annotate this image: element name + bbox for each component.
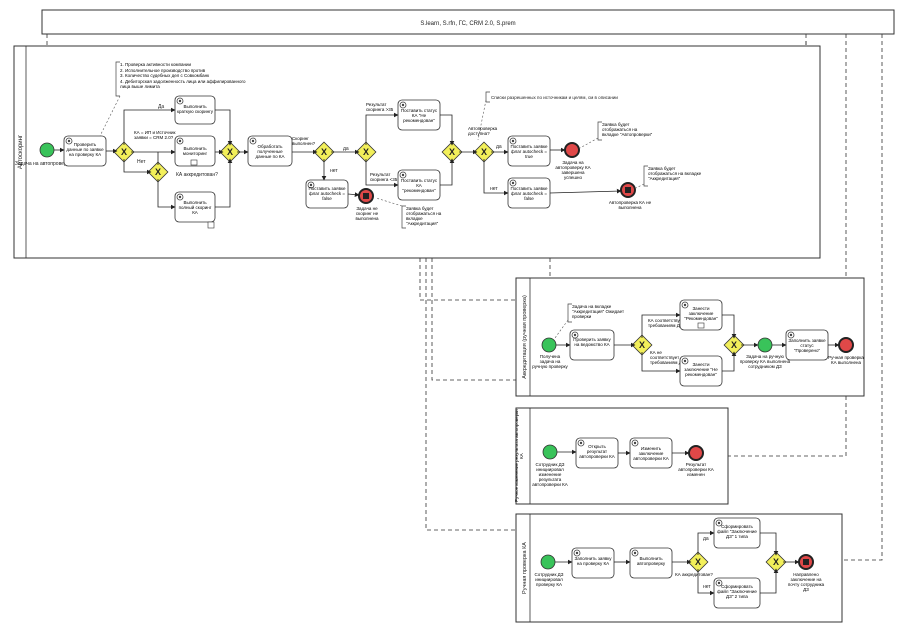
task-accred-check[interactable]: Проверить заявку на ведомство КА xyxy=(569,329,615,361)
task-set-checked-label: Заполнить заявке статус "Проверено" xyxy=(788,338,826,353)
label-yes-3: да xyxy=(496,144,502,150)
end-auto-done-label: Задача на автопроверку КА завершена успе… xyxy=(555,160,591,180)
label-no-3: нет xyxy=(490,186,498,192)
task-process-data-label: Обработать полученные данные по КА xyxy=(255,144,285,159)
task-monitoring-label: Выполнить мониторинг xyxy=(182,146,208,156)
task-set-flag-false-2-label: Поставить заявке флаг autocheck = false xyxy=(510,186,548,201)
label-yes-1: Да xyxy=(158,104,164,110)
task-set-flag-false[interactable]: Поставить заявке флаг autocheck = false xyxy=(305,179,349,209)
task-short-scoring-label: Выполнить краткую скорингу xyxy=(177,104,213,114)
task-set-flag-false-label: Поставить заявке флаг autocheck = false xyxy=(308,186,346,201)
accred-end-label: Ручная проверка КА выполнена xyxy=(828,355,864,365)
task-change-conclusion-label: Изменить заключение автопроверки КА xyxy=(633,446,669,461)
task-run-autocheck-label: Выполнить автопроверку xyxy=(636,556,666,566)
task-set-not-recommended[interactable]: Поставить статус КА "Не рекомендован" xyxy=(397,99,441,131)
task-accred-check-label: Проверить заявку на ведомство КА xyxy=(573,337,611,347)
task-check-data-label: Проверить данные по заявке на проверку К… xyxy=(66,142,104,157)
end-not-done-label: Автопроверка КА не выполнена xyxy=(608,200,652,210)
label-mck-yes: да xyxy=(703,536,709,542)
task-set-not-recommended-label: Поставить статус КА "Не рекомендован" xyxy=(400,108,438,123)
task-open-result[interactable]: Открыть результат автопроверки КА xyxy=(575,437,619,469)
svg-text:X: X xyxy=(731,340,737,350)
task-fill-request-label: Заполнить заявку на проверку КА xyxy=(574,556,612,566)
mck-start-label: Сотрудник ДЗ инициировал проверку КА xyxy=(534,572,564,587)
note-accred-task-text: Задача на вкладке "Аккредитация" Ожидает… xyxy=(572,304,625,319)
bpmn-diagram: S.learn, S.rfn, ГС, CRM 2.0, S.prem Авто… xyxy=(13,9,895,623)
pool-accred-label: Аккредитация (ручная проверка) xyxy=(522,295,528,379)
svg-text:X: X xyxy=(639,340,645,350)
label-result-gt: Результат скоринга >35 xyxy=(366,102,394,112)
label-no-1: Нет xyxy=(137,159,146,165)
task-conclusion-recommended[interactable]: Занести заключение "Рекомендован" xyxy=(679,299,723,331)
svg-text:X: X xyxy=(227,147,233,157)
task-conclusion-notrec-label: Занести заключение "Не рекомендован" xyxy=(684,362,718,377)
task-set-flag-true[interactable]: Поставить заявке флаг autocheck = true xyxy=(507,135,551,167)
mc-end-label: Результат автопроверки КА изменен xyxy=(678,462,714,477)
svg-text:X: X xyxy=(481,147,487,157)
task-check-data[interactable]: Проверить данные по заявке на проверку К… xyxy=(63,135,107,167)
task-set-flag-true-label: Поставить заявке флаг autocheck = true xyxy=(510,144,548,159)
gateway-autocheck-label: Автопроверка доступна? xyxy=(468,126,498,136)
pool-manual-check-label: Ручная проверка КА xyxy=(522,542,528,594)
task-open-result-label: Открыть результат автопроверки КА xyxy=(579,444,615,459)
svg-text:X: X xyxy=(695,557,701,567)
svg-text:X: X xyxy=(121,147,127,157)
svg-text:X: X xyxy=(155,167,161,177)
task-change-conclusion[interactable]: Изменить заключение автопроверки КА xyxy=(629,437,673,469)
pool-manual-change-label: Ручное изменение результата автопроверки… xyxy=(514,409,524,503)
gateway-scoring-done-label: Скоринг выполнен? xyxy=(292,136,316,146)
label-yes-2: да xyxy=(343,146,349,152)
task-monitoring[interactable]: Выполнить мониторинг xyxy=(174,135,216,167)
gateway-mck-label: КА аккредитован? xyxy=(675,572,713,577)
top-pool: S.learn, S.rfn, ГС, CRM 2.0, S.prem xyxy=(41,9,895,35)
task-form-type1-label: Сформировать файл "Заключение ДЗ" 1 типа xyxy=(717,524,757,539)
task-conclusion-not-recommended[interactable]: Занести заключение "Не рекомендован" xyxy=(679,355,723,387)
accred-start-label: Получена задача на ручную проверку КА xyxy=(532,354,568,370)
label-result-lt: Результат скоринга <35 xyxy=(370,172,398,182)
task-conclusion-rec-label: Занести заключение "Рекомендован" xyxy=(684,306,718,321)
mc-start-label: Сотрудник ДЗ инициировал изменение резул… xyxy=(532,462,568,487)
note-accreditation-1-text: Заявка будет отображаться на вкладке "Ак… xyxy=(406,206,442,226)
end-no-scoring-label: Задача не скоринг не выполнена xyxy=(355,206,379,221)
pool-manual-check: Ручная проверка КА xyxy=(515,513,843,623)
note-lists-text: Списки разрешенных по источникам и целям… xyxy=(491,95,618,100)
task-set-flag-false-2[interactable]: Поставить заявке флаг autocheck = false xyxy=(507,177,551,209)
task-form-type2-label: Сформировать файл "Заключение ДЗ" 2 типа xyxy=(717,584,757,599)
accred-mid-label: Задача на ручную проверку КА выполнена с… xyxy=(739,354,791,369)
task-set-recommended-label: Поставить статус КА "рекомендован" xyxy=(400,178,438,193)
note-accreditation-2-text: Заявка будет отображаться на вкладке "Ак… xyxy=(648,166,702,181)
svg-text:X: X xyxy=(449,147,455,157)
svg-text:X: X xyxy=(773,557,779,567)
task-short-scoring[interactable]: Выполнить краткую скорингу xyxy=(174,95,216,125)
gateway-accredited-label: КА аккредитован? xyxy=(176,172,218,178)
task-run-autocheck[interactable]: Выполнить автопроверку xyxy=(629,547,673,579)
note-item-4: 4. Дебиторская задолженность лица или аф… xyxy=(120,78,246,90)
mck-end-label: Направлено заключение на почту сотрудник… xyxy=(787,572,825,592)
task-process-data[interactable]: Обработать полученные данные по КА xyxy=(247,135,293,167)
task-form-type1[interactable]: Сформировать файл "Заключение ДЗ" 1 типа xyxy=(713,517,761,549)
note-autocheck-text: Заявка будет отображаться на вкладке "Ав… xyxy=(602,122,653,137)
task-set-recommended[interactable]: Поставить статус КА "рекомендован" xyxy=(397,169,441,201)
task-fill-request[interactable]: Заполнить заявку на проверку КА xyxy=(571,547,615,579)
label-mck-no: нет xyxy=(703,584,711,590)
top-pool-label: S.learn, S.rfn, ГС, CRM 2.0, S.prem xyxy=(420,21,515,27)
svg-text:X: X xyxy=(363,147,369,157)
task-form-type2[interactable]: Сформировать файл "Заключение ДЗ" 2 типа xyxy=(713,577,761,609)
task-set-checked[interactable]: Заполнить заявке статус "Проверено" xyxy=(785,329,829,361)
label-no-2: нет xyxy=(330,168,338,174)
task-full-scoring-label: Выполнить полный скоринг КА xyxy=(178,200,212,215)
